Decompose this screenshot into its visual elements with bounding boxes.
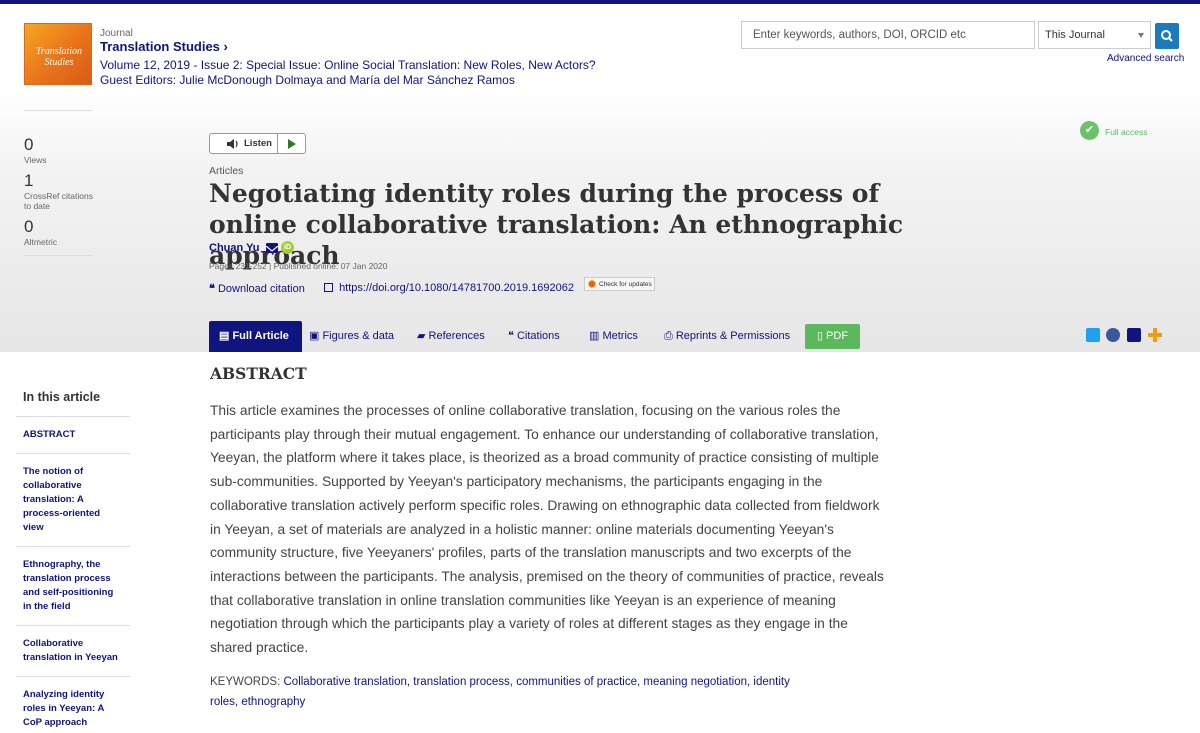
cover-title-line1: Translation: [35, 46, 83, 57]
tab-metrics[interactable]: ▥ Metrics: [589, 321, 638, 352]
image-icon: ▣: [309, 330, 323, 342]
cover-title: Translation Studies: [27, 46, 91, 68]
author-link[interactable]: Chuan Yu: [209, 242, 260, 254]
keyword-link[interactable]: ethnography: [241, 696, 305, 708]
tab-label: References: [428, 330, 485, 342]
print-icon: ⎙: [664, 330, 676, 342]
journal-label: Journal: [100, 28, 133, 39]
sidebar-item-ethnography[interactable]: Ethnography, the translation process and…: [16, 547, 130, 626]
document-icon: ▤: [219, 330, 233, 342]
play-icon[interactable]: [287, 139, 297, 149]
external-link-icon: [324, 283, 333, 292]
sidebar-item-notion[interactable]: The notion of collaborative translation:…: [16, 454, 130, 547]
sidebar-item-yeeyan[interactable]: Collaborative translation in Yeeyan: [16, 626, 130, 677]
divider: [24, 255, 92, 256]
bar-chart-icon: ▥: [589, 330, 603, 342]
crossref-count: 1: [24, 171, 34, 190]
search-input[interactable]: [741, 21, 1035, 49]
check-icon: ✔: [1080, 121, 1099, 140]
tab-full-article[interactable]: ▤ Full Article: [209, 321, 302, 352]
tab-label: Figures & data: [322, 330, 394, 342]
pdf-label: PDF: [826, 330, 849, 342]
listen-label: Listen: [244, 138, 272, 149]
listen-button[interactable]: Listen: [209, 133, 306, 154]
caret-down-icon: [1138, 33, 1144, 38]
sidebar-heading: In this article: [16, 376, 130, 417]
keyword-link[interactable]: communities of practice,: [516, 676, 640, 688]
altmetric-label: Altmetric: [24, 237, 58, 247]
views-label: Views: [24, 155, 47, 165]
tab-references[interactable]: ▰ References: [417, 321, 485, 352]
tab-reprints-permissions[interactable]: ⎙ Reprints & Permissions: [664, 321, 790, 352]
keyword-link[interactable]: Collaborative translation,: [284, 676, 411, 688]
issue-link[interactable]: Volume 12, 2019 - Issue 2: Special Issue…: [100, 58, 600, 88]
crossref-label: CrossRef citations to date: [24, 191, 93, 211]
article-title: Negotiating identity roles during the pr…: [209, 179, 904, 270]
email-share-icon[interactable]: [1127, 328, 1141, 342]
keyword-link[interactable]: translation process,: [413, 676, 513, 688]
tab-citations[interactable]: ❝ Citations: [508, 321, 560, 352]
tab-figures-data[interactable]: ▣ Figures & data: [309, 321, 394, 352]
quote-icon: ❝: [508, 330, 517, 342]
sidebar-item-analyzing[interactable]: Analyzing identity roles in Yeeyan: A Co…: [16, 677, 130, 733]
article-type: Articles: [209, 165, 244, 177]
advanced-search-link[interactable]: Advanced search: [1107, 53, 1184, 64]
journal-name-link[interactable]: Translation Studies ›: [100, 39, 228, 54]
abstract-heading: ABSTRACT: [210, 364, 307, 383]
email-icon[interactable]: [265, 243, 279, 253]
download-citation-link[interactable]: ❝ Download citation: [209, 282, 305, 295]
pages-published: Pages 231-252 | Published online: 07 Jan…: [209, 261, 388, 271]
in-this-article-nav: In this article ABSTRACT The notion of c…: [16, 376, 130, 733]
tab-label: Full Article: [232, 330, 289, 342]
search-button[interactable]: [1155, 23, 1179, 49]
full-access-label: Full access: [1105, 127, 1148, 137]
facebook-icon[interactable]: [1106, 328, 1120, 342]
altmetric-count: 0: [24, 217, 34, 236]
download-citation-label: Download citation: [217, 283, 305, 295]
quote-icon: ❝: [209, 283, 215, 295]
search-scope-select[interactable]: This Journal: [1038, 21, 1151, 49]
orcid-icon[interactable]: iD: [281, 241, 294, 254]
tab-label: Citations: [516, 330, 560, 342]
crossmark-icon: [588, 280, 596, 288]
doi-link[interactable]: https://doi.org/10.1080/14781700.2019.16…: [324, 282, 574, 294]
views-count: 0: [24, 135, 34, 154]
tab-label: Metrics: [602, 330, 638, 342]
plus-icon[interactable]: [1148, 328, 1162, 342]
twitter-icon[interactable]: [1086, 328, 1100, 342]
keywords-label: KEYWORDS:: [210, 676, 281, 688]
abstract-text: This article examines the processes of o…: [210, 403, 884, 656]
sidebar-item-abstract[interactable]: ABSTRACT: [16, 417, 130, 454]
pdf-button[interactable]: ▯ PDF: [805, 324, 860, 349]
book-icon: ▰: [417, 330, 429, 342]
header-pointer: [152, 88, 174, 98]
check-updates-label: Check for updates: [599, 281, 652, 288]
tab-label: Reprints & Permissions: [675, 330, 791, 342]
cover-title-line2: Studies: [44, 57, 74, 68]
check-for-updates-button[interactable]: Check for updates: [584, 277, 655, 291]
keywords: KEYWORDS: Collaborative translation, tra…: [210, 672, 810, 712]
doi-label: https://doi.org/10.1080/14781700.2019.16…: [339, 282, 574, 294]
keyword-link[interactable]: meaning negotiation,: [643, 676, 750, 688]
journal-cover-image[interactable]: Translation Studies: [24, 23, 92, 85]
pdf-icon: ▯: [816, 330, 827, 342]
speaker-icon: [227, 139, 238, 149]
search-icon: [1161, 30, 1173, 42]
search-scope-value: This Journal: [1045, 29, 1105, 41]
article-metrics: 0 Views 1 CrossRef citations to date 0 A…: [24, 110, 100, 256]
divider: [277, 134, 278, 153]
